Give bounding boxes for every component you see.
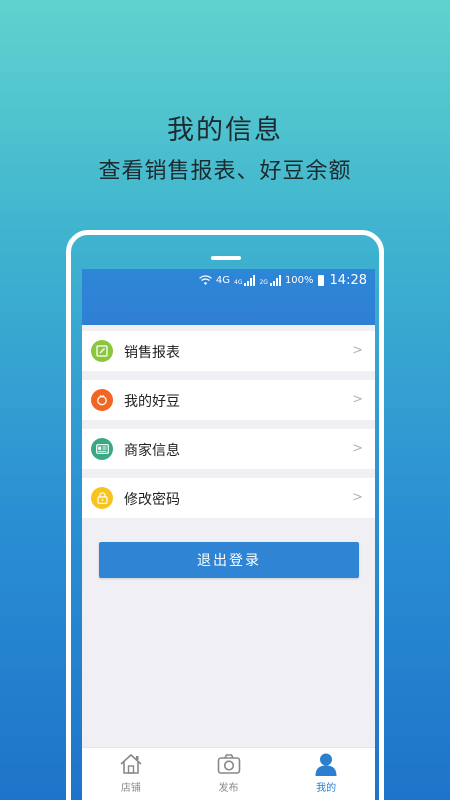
lock-icon — [91, 487, 113, 509]
tab-label: 发布 — [218, 783, 239, 794]
bottom-tab-bar: 店铺 发布 我的 — [82, 747, 375, 800]
logout-button[interactable]: 退出登录 — [99, 542, 359, 578]
status-bar: 4G 4G 2G 100% 14:28 — [199, 271, 367, 289]
camera-icon — [217, 754, 240, 774]
promo-subtitle: 查看销售报表、好豆余额 — [98, 159, 352, 184]
edit-icon — [91, 340, 113, 362]
tab-mine[interactable]: 我的 — [277, 748, 375, 800]
promo-title: 我的信息 — [167, 115, 283, 146]
menu-item-label: 修改密码 — [124, 492, 180, 508]
tab-store[interactable]: 店铺 — [82, 748, 180, 800]
chevron-right-icon: > — [352, 343, 363, 358]
user-icon — [315, 753, 337, 776]
signal-icon: 4G — [234, 274, 256, 286]
chevron-right-icon: > — [352, 490, 363, 505]
tab-label: 我的 — [316, 783, 337, 794]
network-2g-small: 2G — [259, 278, 268, 286]
id-card-icon — [91, 438, 113, 460]
app-header: 4G 4G 2G 100% 14:28 — [82, 269, 375, 325]
store-icon — [120, 753, 142, 774]
chevron-right-icon: > — [352, 392, 363, 407]
phone-screen: 4G 4G 2G 100% 14:28 销售报表 > 我的好豆 > 商家信息 >… — [82, 269, 375, 800]
battery-icon — [317, 274, 324, 286]
menu-item-merchant-info[interactable]: 商家信息 > — [82, 429, 375, 469]
menu-item-my-beans[interactable]: 我的好豆 > — [82, 380, 375, 420]
network-4g-label: 4G — [215, 274, 230, 286]
tab-label: 店铺 — [120, 783, 141, 794]
menu-item-label: 销售报表 — [124, 345, 180, 361]
menu-list: 销售报表 > 我的好豆 > 商家信息 > 修改密码 > — [82, 331, 375, 527]
chevron-right-icon: > — [352, 441, 363, 456]
menu-item-change-password[interactable]: 修改密码 > — [82, 478, 375, 518]
menu-item-label: 我的好豆 — [124, 394, 180, 410]
signal-icon-2: 2G — [259, 274, 281, 286]
wifi-icon — [199, 274, 212, 285]
menu-item-sales-report[interactable]: 销售报表 > — [82, 331, 375, 371]
status-time: 14:28 — [329, 272, 367, 288]
network-4g-small: 4G — [234, 278, 243, 286]
menu-item-label: 商家信息 — [124, 443, 180, 459]
battery-percent: 100% — [284, 274, 314, 286]
phone-speaker — [211, 256, 241, 260]
bean-icon — [91, 389, 113, 411]
tab-publish[interactable]: 发布 — [180, 748, 278, 800]
